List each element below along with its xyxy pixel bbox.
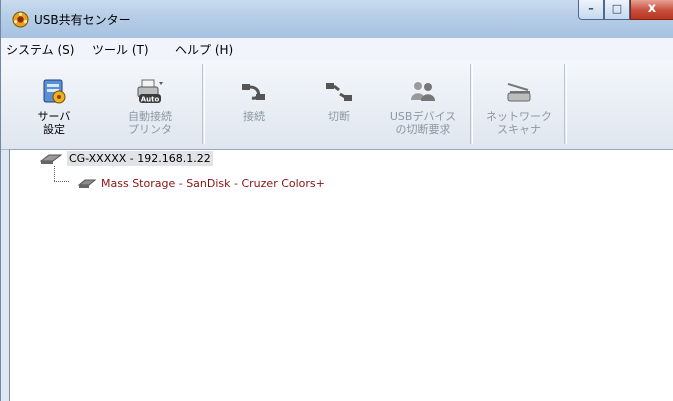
maximize-icon: □ [611,2,623,15]
minimize-button[interactable]: – [578,0,604,20]
server-settings-label: サーバ 設定 [37,110,71,136]
disconnect-button[interactable]: 切断 [304,64,374,144]
close-icon: x [647,1,657,16]
usb-device-label: Mass Storage - SanDisk - Cruzer Colors+ [101,177,325,190]
menu-bar: システム (S) ツール (T) ヘルプ (H) [1,38,673,61]
title-bar[interactable]: USB共有センター – □ x [1,0,673,38]
connect-button[interactable]: 接続 [219,64,289,144]
toolbar: サーバ 設定 Auto 自動接続 プリンタ 接続 切断 USBデバイス の切断要… [1,60,673,150]
server-settings-icon [43,79,66,104]
close-button[interactable]: x [630,0,673,20]
toolbar-separator [564,64,567,144]
server-settings-button[interactable]: サーバ 設定 [19,64,89,144]
server-device-icon [40,154,62,164]
menu-help[interactable]: ヘルプ (H) [175,41,233,58]
menu-tools[interactable]: ツール (T) [92,41,149,58]
plug-connect-icon [242,84,265,100]
device-tree[interactable]: CG-XXXXX - 192.168.1.22 Mass Storage - S… [9,149,673,401]
tree-connector [54,166,55,181]
server-label: CG-XXXXX - 192.168.1.22 [67,151,213,166]
toolbar-separator [202,64,205,144]
usb-storage-icon [78,179,96,188]
auto-connect-printer-label: 自動接続 プリンタ [128,110,172,136]
scanner-icon [507,83,531,102]
network-scanner-button[interactable]: ネットワーク スキャナ [479,64,559,144]
toolbar-separator [470,64,473,144]
app-window: USB共有センター – □ x システム (S) ツール (T) ヘルプ (H)… [0,0,673,401]
network-scanner-label: ネットワーク スキャナ [486,110,552,136]
window-title: USB共有センター [34,13,131,27]
tree-connector [54,181,69,182]
printer-auto-badge: Auto [141,96,160,104]
tree-node-server[interactable]: CG-XXXXX - 192.168.1.22 [40,151,213,166]
usb-disconnect-request-label: USBデバイス の切断要求 [389,110,457,136]
tree-node-usb-device[interactable]: Mass Storage - SanDisk - Cruzer Colors+ [78,177,325,190]
connect-label: 接続 [243,110,265,123]
minimize-icon: – [588,2,594,15]
users-request-icon [411,82,435,101]
gear-cluster-icon[interactable] [12,11,29,28]
usb-disconnect-request-button[interactable]: USBデバイス の切断要求 [383,64,463,144]
auto-connect-printer-button[interactable]: Auto 自動接続 プリンタ [109,64,191,144]
disconnect-label: 切断 [328,110,350,123]
printer-auto-icon: Auto [137,79,163,104]
menu-system[interactable]: システム (S) [6,41,74,58]
maximize-button[interactable]: □ [604,0,630,20]
plug-disconnect-icon [326,83,352,101]
